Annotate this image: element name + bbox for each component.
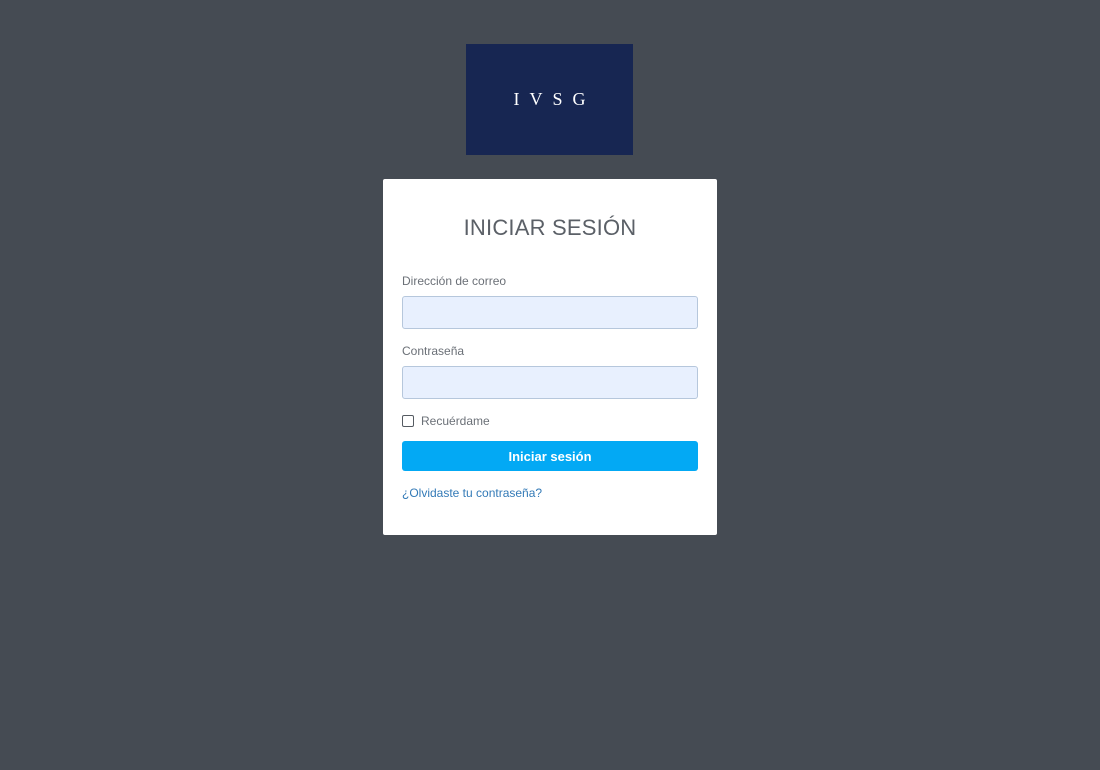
- email-field[interactable]: [402, 296, 698, 329]
- email-label: Dirección de correo: [402, 274, 507, 288]
- password-label: Contraseña: [402, 344, 465, 358]
- login-card: INICIAR SESIÓN Dirección de correo Contr…: [383, 179, 717, 535]
- remember-me-checkbox[interactable]: [402, 415, 414, 427]
- password-field[interactable]: [402, 366, 698, 399]
- brand-logo: IVSG: [466, 44, 633, 155]
- page-title: INICIAR SESIÓN: [463, 215, 637, 240]
- logo-text: IVSG: [513, 89, 596, 109]
- forgot-password-link[interactable]: ¿Olvidaste tu contraseña?: [402, 486, 542, 500]
- remember-me-label[interactable]: Recuérdame: [421, 414, 490, 428]
- remember-me-row: Recuérdame: [402, 414, 490, 428]
- login-button[interactable]: Iniciar sesión: [402, 441, 698, 471]
